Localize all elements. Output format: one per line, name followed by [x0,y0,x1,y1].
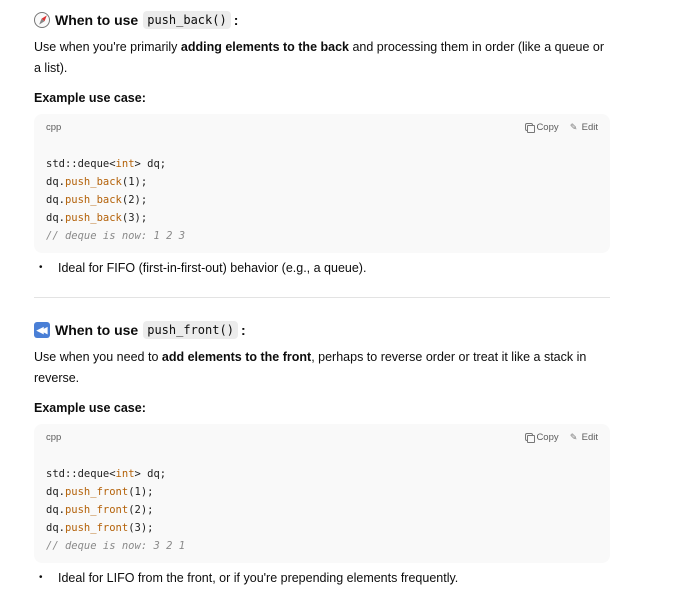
list-item: • Ideal for FIFO (first-in-first-out) be… [34,258,610,278]
bullet-text: Ideal for LIFO from the front, or if you… [58,571,459,585]
section-divider [34,297,610,298]
code-block: cpp Copy ✎ Edit std::deque<int> dq; dq.p… [34,114,610,253]
code-actions: Copy ✎ Edit [525,122,598,133]
edit-button[interactable]: ✎ Edit [569,122,598,133]
section-description: Use when you need to add elements to the… [34,347,610,389]
section-push-front: ◀◀ When to use push_front() : Use when y… [34,319,610,588]
code-actions: Copy ✎ Edit [525,432,598,443]
desc-bold: add elements to the front [161,350,312,364]
code-language: cpp [46,121,62,133]
code-line: std::deque<int> dq; [46,158,167,170]
copy-button[interactable]: Copy [525,121,559,133]
heading-text: When to use [55,322,139,338]
copy-icon [525,123,536,133]
code-header: cpp Copy ✎ Edit [34,424,610,450]
pencil-icon: ✎ [569,121,578,132]
code-content: std::deque<int> dq; dq.push_back(1); dq.… [34,140,610,245]
code-header: cpp Copy ✎ Edit [34,114,610,140]
heading-inline-code: push_front() [143,321,238,339]
copy-label: Copy [536,431,559,443]
heading-colon: : [240,322,246,338]
desc-bold: adding elements to the back [180,40,349,54]
copy-label: Copy [536,121,559,133]
bullet-text: Ideal for FIFO (first-in-first-out) beha… [58,261,367,275]
heading-colon: : [233,12,239,28]
code-line: dq.push_front(2); [46,504,154,516]
code-line: std::deque<int> dq; [46,468,167,480]
copy-button[interactable]: Copy [525,431,559,443]
code-comment: // deque is now: 1 2 3 [46,230,186,242]
copy-icon [525,433,536,443]
example-label: Example use case: [34,401,146,415]
code-content: std::deque<int> dq; dq.push_front(1); dq… [34,450,610,555]
edit-button[interactable]: ✎ Edit [569,432,598,443]
section-push-back: When to use push_back() : Use when you'r… [34,9,610,278]
section-description: Use when you're primarily adding element… [34,37,610,79]
pencil-icon: ✎ [569,431,578,442]
code-line: dq.push_back(3); [46,212,148,224]
desc-text: Use when you need to [34,350,162,364]
code-line: dq.push_front(1); [46,486,154,498]
section-heading: When to use push_back() : [34,9,610,31]
section-heading: ◀◀ When to use push_front() : [34,319,610,341]
example-label: Example use case: [34,91,146,105]
rewind-icon: ◀◀ [34,322,50,338]
code-line: dq.push_front(3); [46,522,154,534]
edit-label: Edit [581,431,598,443]
heading-inline-code: push_back() [143,11,231,29]
code-comment: // deque is now: 3 2 1 [46,540,186,552]
desc-text: Use when you're primarily [34,40,181,54]
code-language: cpp [46,431,62,443]
bullet-dot: • [39,262,43,273]
bullet-dot: • [39,572,43,583]
compass-icon [34,12,50,28]
list-item: • Ideal for LIFO from the front, or if y… [34,568,610,588]
heading-text: When to use [55,12,139,28]
code-line: dq.push_back(1); [46,176,148,188]
edit-label: Edit [581,121,598,133]
code-block: cpp Copy ✎ Edit std::deque<int> dq; dq.p… [34,424,610,563]
code-line: dq.push_back(2); [46,194,148,206]
